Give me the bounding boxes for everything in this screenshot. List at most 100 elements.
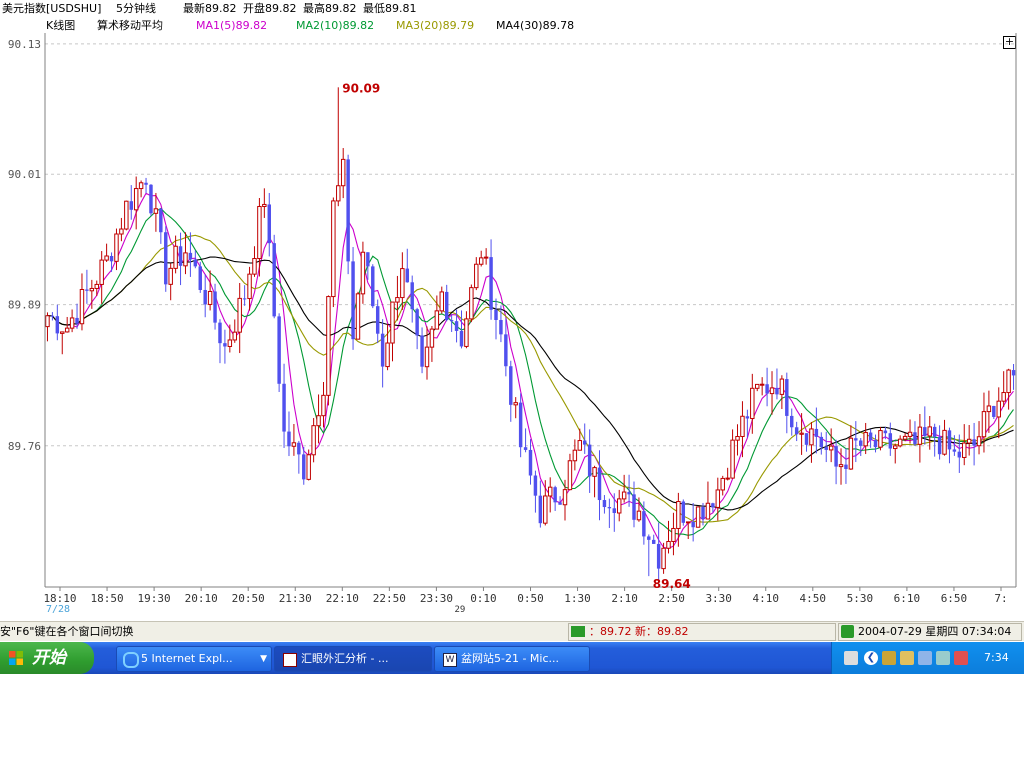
candle-body [114, 233, 119, 262]
chart-type-label[interactable]: K线图 [46, 18, 75, 33]
candle-body [621, 491, 627, 500]
candle-body [89, 287, 95, 292]
candle-body [607, 507, 612, 509]
keyboard-icon[interactable] [844, 651, 858, 665]
quote-panel: ：89.72 新：89.82 [568, 623, 836, 641]
candle-body [947, 430, 952, 450]
candle-body [267, 204, 271, 244]
candle-body [923, 427, 927, 436]
candle-body [730, 439, 735, 479]
ma-method-label[interactable]: 算术移动平均 [97, 18, 163, 33]
candle-body [183, 252, 188, 267]
candle-body [587, 444, 592, 477]
x-tick-label: 6:10 [894, 592, 921, 605]
candle-body [464, 318, 469, 347]
candle-body [711, 503, 715, 508]
app-icon [283, 653, 297, 667]
antivirus-icon[interactable] [954, 651, 968, 665]
ma1-legend: MA1(5)89.82 [196, 19, 268, 32]
candle-body [828, 445, 834, 451]
datetime-text: 2004-07-29 星期四 07:34:04 [858, 625, 1012, 638]
task-internet-explorer[interactable]: 5 Internet Expl... ▼ [116, 646, 272, 672]
monitor-icon[interactable] [918, 651, 932, 665]
candle-body [429, 328, 435, 348]
candle-body [582, 440, 587, 445]
task-word-document[interactable]: W 盆网站5-21 - Mic... [434, 646, 590, 672]
candle-body [883, 430, 888, 434]
candle-body [173, 245, 178, 269]
candle-body [705, 502, 711, 520]
candle-body [567, 460, 573, 491]
candle-body [592, 467, 597, 477]
candle-body [178, 246, 183, 266]
candle-body [972, 439, 976, 446]
candle-body [577, 440, 583, 451]
lightbulb-icon [841, 625, 854, 638]
extreme-price-label: 90.09 [342, 81, 380, 95]
candlestick-chart[interactable]: 90.1390.0189.8989.7618:10 18:50 19:30 20:10… [0, 33, 1024, 621]
candle-body [380, 333, 385, 367]
x-tick-label: 20:10 [185, 592, 218, 605]
candle-body [282, 383, 286, 432]
x-tick-label: 0:50 [517, 592, 544, 605]
candle-body [616, 498, 622, 514]
ma1-line [47, 192, 1014, 549]
x-tick-label: 4:10 [753, 592, 780, 605]
candle-body [237, 297, 242, 333]
candle-body [509, 366, 513, 405]
y-tick-label: 90.13 [8, 38, 41, 51]
ma3-legend: MA3(20)89.79 [396, 19, 475, 32]
candle-body [193, 259, 198, 267]
x-tick-label: 21:30 [279, 592, 312, 605]
candle-body [55, 316, 60, 334]
candle-body [513, 402, 518, 406]
candle-body [553, 487, 557, 503]
candle-body [838, 464, 844, 468]
candle-body [695, 506, 701, 528]
candle-body [291, 442, 297, 447]
candle-body [785, 379, 789, 416]
candle-body [227, 339, 233, 347]
candle-body [701, 506, 705, 520]
candle-body [523, 447, 528, 450]
indicator-legend: K线图 算术移动平均 MA1(5)89.82 MA2(10)89.82 MA3(… [0, 18, 1024, 49]
candle-body [50, 315, 55, 317]
x-tick-label: 20:50 [232, 592, 265, 605]
instrument-name: 美元指数[USDSHU] [2, 2, 102, 15]
start-button[interactable]: 开始 [0, 642, 94, 674]
candle-body [543, 495, 548, 524]
candle-body [996, 400, 1001, 418]
candle-body [794, 427, 799, 435]
candle-body [385, 342, 390, 368]
candle-body [366, 252, 370, 267]
network-icon[interactable] [882, 651, 896, 665]
candle-body [203, 289, 207, 305]
candle-body [434, 310, 440, 330]
candle-body [164, 232, 168, 285]
candle-body [459, 330, 464, 347]
candle-body [395, 297, 400, 303]
volume-icon[interactable] [936, 651, 950, 665]
candle-body [124, 200, 129, 230]
chevron-left-icon[interactable]: ❮ [864, 651, 878, 665]
candle-body [642, 511, 646, 537]
candle-body [504, 334, 508, 367]
candle-body [400, 268, 405, 299]
security-icon[interactable] [900, 651, 914, 665]
candle-body [360, 251, 366, 295]
candle-body [326, 296, 331, 396]
candle-body [863, 432, 868, 447]
candle-body [992, 405, 996, 417]
candle-body [957, 451, 962, 458]
task-forex-analysis[interactable]: 汇眼外汇分析 - ... [274, 646, 432, 672]
candle-body [64, 327, 70, 333]
x-tick-label: 19:30 [138, 592, 171, 605]
candle-body [844, 464, 848, 470]
candle-body [681, 501, 686, 523]
candle-body [902, 435, 908, 440]
task-label: 5 Internet Expl... [141, 652, 233, 665]
period-label[interactable]: 5分钟线 [116, 0, 156, 18]
x-tick-label: 6:50 [941, 592, 968, 605]
candle-body [647, 536, 651, 540]
candle-body [676, 500, 681, 529]
